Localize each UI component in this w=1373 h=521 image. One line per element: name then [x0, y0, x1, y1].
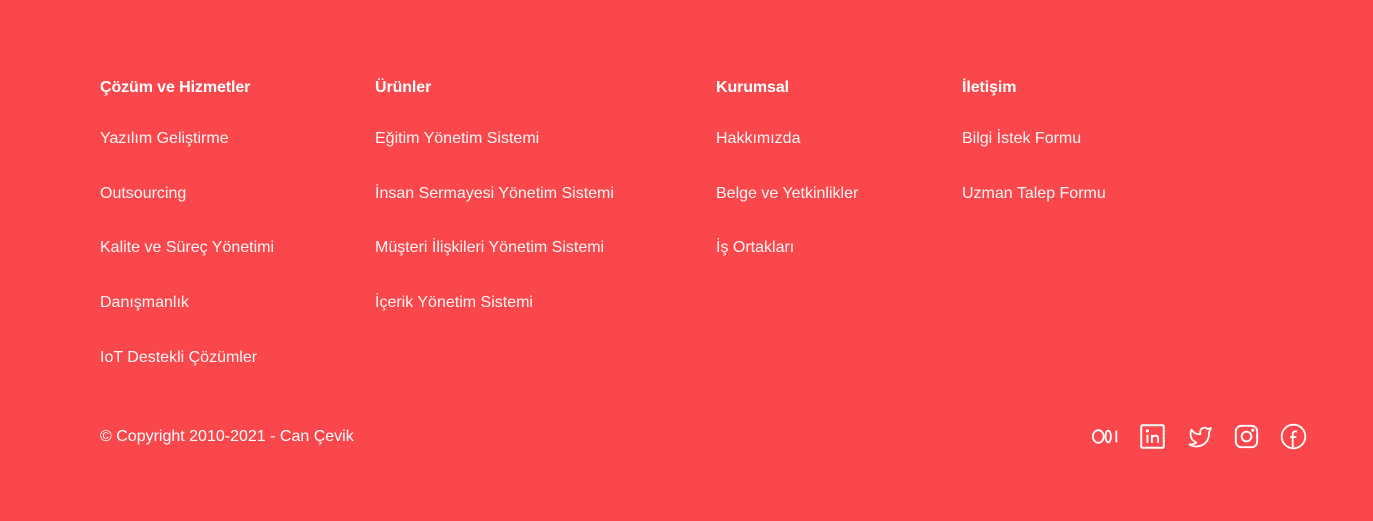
footer-column-title: Çözüm ve Hizmetler: [100, 79, 251, 96]
footer-link-list: Eğitim Yönetim Sistemi İnsan Sermayesi Y…: [375, 129, 614, 348]
footer-link-about[interactable]: Hakkımızda: [716, 130, 800, 147]
footer-link-info-request-form[interactable]: Bilgi İstek Formu: [962, 130, 1081, 147]
footer-link-outsourcing[interactable]: Outsourcing: [100, 185, 186, 202]
footer-column-corporate: Kurumsal Hakkımızda Belge ve Yetkinlikle…: [716, 78, 858, 293]
footer-column-title: Ürünler: [375, 79, 432, 96]
footer-link-crm-system[interactable]: Müşteri İlişkileri Yönetim Sistemi: [375, 239, 604, 256]
medium-icon[interactable]: [1092, 423, 1119, 450]
footer-link-consulting[interactable]: Danışmanlık: [100, 294, 189, 311]
facebook-icon[interactable]: [1280, 423, 1307, 450]
footer-column-solutions: Çözüm ve Hizmetler Yazılım Geliştirme Ou…: [100, 78, 274, 402]
footer-column-products: Ürünler Eğitim Yönetim Sistemi İnsan Ser…: [375, 78, 614, 348]
footer-link-iot-solutions[interactable]: IoT Destekli Çözümler: [100, 349, 257, 366]
instagram-icon[interactable]: [1233, 423, 1260, 450]
footer-link-certificates[interactable]: Belge ve Yetkinlikler: [716, 185, 858, 202]
social-links: [1092, 423, 1307, 450]
footer-column-title: İletişim: [962, 79, 1017, 96]
footer-link-list: Hakkımızda Belge ve Yetkinlikler İş Orta…: [716, 129, 858, 293]
footer-link-list: Bilgi İstek Formu Uzman Talep Formu: [962, 129, 1106, 238]
copyright-text: © Copyright 2010-2021 - Can Çevik: [100, 428, 354, 445]
footer-column-contact: İletişim Bilgi İstek Formu Uzman Talep F…: [962, 78, 1106, 238]
footer-link-partners[interactable]: İş Ortakları: [716, 239, 794, 256]
footer-link-education-system[interactable]: Eğitim Yönetim Sistemi: [375, 130, 539, 147]
footer-link-content-system[interactable]: İçerik Yönetim Sistemi: [375, 294, 533, 311]
footer-link-quality-process[interactable]: Kalite ve Süreç Yönetimi: [100, 239, 274, 256]
twitter-icon[interactable]: [1186, 423, 1213, 450]
footer-link-expert-request-form[interactable]: Uzman Talep Formu: [962, 185, 1106, 202]
linkedin-icon[interactable]: [1139, 423, 1166, 450]
footer-column-title: Kurumsal: [716, 79, 789, 96]
footer-link-human-capital-system[interactable]: İnsan Sermayesi Yönetim Sistemi: [375, 185, 614, 202]
footer-link-software-development[interactable]: Yazılım Geliştirme: [100, 130, 229, 147]
footer-link-list: Yazılım Geliştirme Outsourcing Kalite ve…: [100, 129, 274, 402]
